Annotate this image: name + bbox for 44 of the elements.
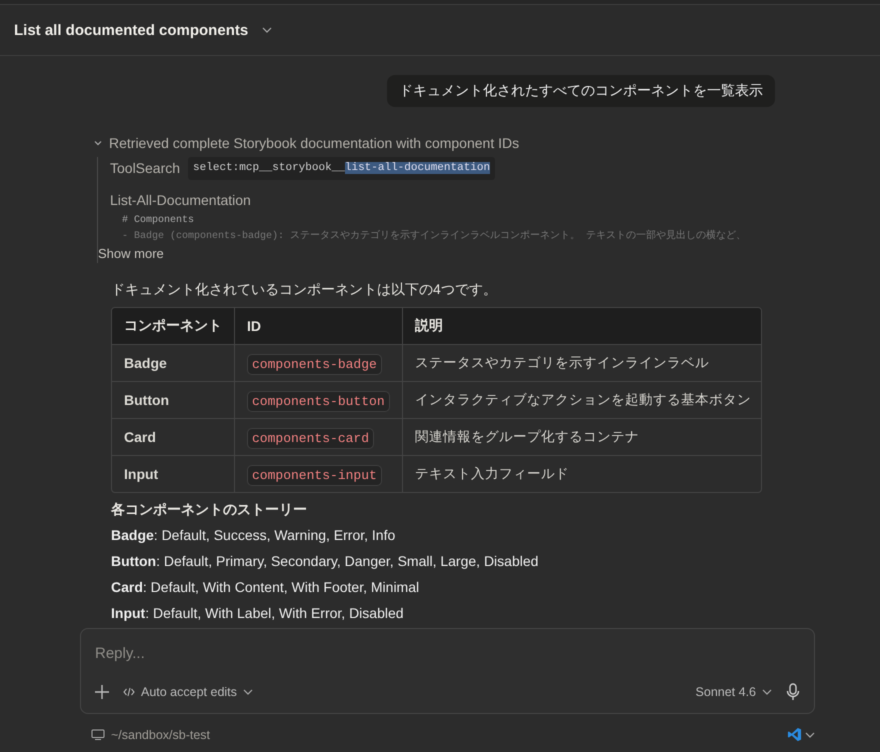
table-cell: Input — [112, 455, 235, 492]
id-code: components-badge — [247, 354, 382, 374]
reply-input[interactable]: Reply... — [95, 643, 800, 663]
caret-icon — [242, 689, 253, 695]
editor-menu-button[interactable] — [787, 727, 815, 742]
caret-icon — [805, 732, 815, 738]
tool-output-line: # Components — [122, 214, 194, 228]
tool-query: select:mcp__storybook__list-all-documentation — [188, 157, 496, 180]
id-code: components-input — [247, 464, 382, 486]
column-header: ID — [235, 308, 403, 344]
mode-dropdown[interactable]: Auto accept edits — [119, 683, 257, 701]
conversation-title: List all documented components — [14, 22, 248, 38]
column-header: コンポーネント — [112, 308, 235, 344]
model-dropdown[interactable]: Sonnet 4.6 — [692, 683, 776, 701]
code-icon — [123, 687, 135, 697]
user-message: ドキュメント化されたすべてのコンポーネントを一覧表示 — [387, 75, 775, 107]
add-icon[interactable] — [95, 685, 109, 699]
table-cell: ステータスやカテゴリを示すインラインラベル — [403, 344, 761, 381]
table-cell: Button — [112, 381, 235, 418]
story-list-line: Card: Default, With Content, With Footer, Minimal — [111, 579, 420, 595]
stories-heading: 各コンポーネントのストーリー — [111, 501, 308, 517]
id-code: components-card — [247, 428, 374, 448]
working-directory: ~/sandbox/sb-test — [111, 728, 210, 742]
caret-icon — [762, 689, 772, 695]
tool-name: List-All-Documentation — [110, 192, 251, 209]
story-list-line: Button: Default, Primary, Secondary, Danger, Small, Large, Disabled — [111, 553, 540, 569]
show-more-link[interactable]: Show more — [98, 246, 164, 261]
table-cell: Card — [112, 418, 235, 455]
tool-summary-toggle[interactable]: Retrieved complete Storybook documentation with component IDs — [93, 135, 520, 151]
answer-text: ドキュメント化されているコンポーネントは以下の4つです。 — [111, 281, 498, 299]
tool-output-line: - Badge (components-badge): ステータスやカテゴリを示すインラインラベルコンポーネント。 テキストの一部や見出しの横など、 — [122, 229, 746, 244]
id-code: components-button — [247, 390, 390, 412]
story-list-line: Badge: Default, Success, Warning, Error, Info — [111, 527, 396, 543]
table-cell: Badge — [112, 344, 235, 381]
microphone-icon[interactable] — [786, 683, 800, 701]
story-list-line: Input: Default, With Label, With Error, Disabled — [111, 605, 405, 621]
table-cell: 関連情報をグループ化するコンテナ — [403, 418, 761, 455]
title-chevron-icon — [262, 27, 272, 33]
table-cell: テキスト入力フィールド — [403, 455, 761, 492]
column-header: 説明 — [403, 308, 761, 344]
tool-name: ToolSearch — [110, 160, 180, 177]
chevron-down-icon — [93, 138, 103, 148]
monitor-icon — [91, 729, 105, 740]
table-cell: インタラクティブなアクションを起動する基本ボタン — [403, 381, 761, 418]
